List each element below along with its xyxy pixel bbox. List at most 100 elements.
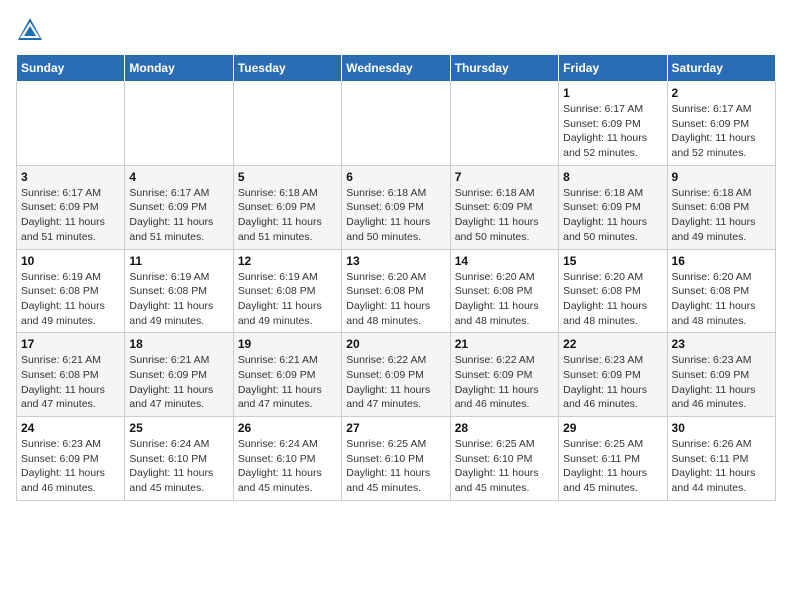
calendar-cell <box>125 82 233 166</box>
calendar-cell: 26 Sunrise: 6:24 AM Sunset: 6:10 PM Dayli… <box>233 417 341 501</box>
day-info: Sunrise: 6:19 AM Sunset: 6:08 PM Dayligh… <box>129 270 228 329</box>
day-number: 18 <box>129 337 228 351</box>
day-info: Sunrise: 6:18 AM Sunset: 6:09 PM Dayligh… <box>238 186 337 245</box>
calendar-week-2: 10 Sunrise: 6:19 AM Sunset: 6:08 PM Dayli… <box>17 249 776 333</box>
day-number: 6 <box>346 170 445 184</box>
day-info: Sunrise: 6:21 AM Sunset: 6:08 PM Dayligh… <box>21 353 120 412</box>
day-info: Sunrise: 6:20 AM Sunset: 6:08 PM Dayligh… <box>455 270 554 329</box>
day-number: 14 <box>455 254 554 268</box>
day-number: 8 <box>563 170 662 184</box>
day-info: Sunrise: 6:17 AM Sunset: 6:09 PM Dayligh… <box>129 186 228 245</box>
day-info: Sunrise: 6:17 AM Sunset: 6:09 PM Dayligh… <box>563 102 662 161</box>
weekday-header-friday: Friday <box>559 55 667 82</box>
weekday-header-thursday: Thursday <box>450 55 558 82</box>
day-number: 20 <box>346 337 445 351</box>
day-number: 26 <box>238 421 337 435</box>
calendar-cell: 25 Sunrise: 6:24 AM Sunset: 6:10 PM Dayli… <box>125 417 233 501</box>
day-number: 12 <box>238 254 337 268</box>
day-info: Sunrise: 6:24 AM Sunset: 6:10 PM Dayligh… <box>129 437 228 496</box>
calendar-cell: 21 Sunrise: 6:22 AM Sunset: 6:09 PM Dayli… <box>450 333 558 417</box>
day-number: 16 <box>672 254 771 268</box>
calendar-cell: 10 Sunrise: 6:19 AM Sunset: 6:08 PM Dayli… <box>17 249 125 333</box>
day-info: Sunrise: 6:17 AM Sunset: 6:09 PM Dayligh… <box>672 102 771 161</box>
calendar-cell <box>233 82 341 166</box>
day-number: 4 <box>129 170 228 184</box>
day-number: 24 <box>21 421 120 435</box>
day-info: Sunrise: 6:18 AM Sunset: 6:09 PM Dayligh… <box>455 186 554 245</box>
day-info: Sunrise: 6:22 AM Sunset: 6:09 PM Dayligh… <box>455 353 554 412</box>
day-number: 10 <box>21 254 120 268</box>
calendar-week-0: 1 Sunrise: 6:17 AM Sunset: 6:09 PM Daylig… <box>17 82 776 166</box>
logo <box>16 16 48 44</box>
day-info: Sunrise: 6:18 AM Sunset: 6:08 PM Dayligh… <box>672 186 771 245</box>
day-info: Sunrise: 6:22 AM Sunset: 6:09 PM Dayligh… <box>346 353 445 412</box>
day-number: 21 <box>455 337 554 351</box>
calendar-cell: 29 Sunrise: 6:25 AM Sunset: 6:11 PM Dayli… <box>559 417 667 501</box>
day-number: 29 <box>563 421 662 435</box>
day-info: Sunrise: 6:19 AM Sunset: 6:08 PM Dayligh… <box>21 270 120 329</box>
calendar-cell: 11 Sunrise: 6:19 AM Sunset: 6:08 PM Dayli… <box>125 249 233 333</box>
day-info: Sunrise: 6:20 AM Sunset: 6:08 PM Dayligh… <box>563 270 662 329</box>
calendar-cell: 6 Sunrise: 6:18 AM Sunset: 6:09 PM Daylig… <box>342 165 450 249</box>
calendar-cell: 22 Sunrise: 6:23 AM Sunset: 6:09 PM Dayli… <box>559 333 667 417</box>
day-info: Sunrise: 6:23 AM Sunset: 6:09 PM Dayligh… <box>563 353 662 412</box>
calendar-header: SundayMondayTuesdayWednesdayThursdayFrid… <box>17 55 776 82</box>
day-info: Sunrise: 6:25 AM Sunset: 6:11 PM Dayligh… <box>563 437 662 496</box>
calendar-cell: 23 Sunrise: 6:23 AM Sunset: 6:09 PM Dayli… <box>667 333 775 417</box>
calendar-cell: 28 Sunrise: 6:25 AM Sunset: 6:10 PM Dayli… <box>450 417 558 501</box>
calendar-cell: 9 Sunrise: 6:18 AM Sunset: 6:08 PM Daylig… <box>667 165 775 249</box>
calendar-cell: 4 Sunrise: 6:17 AM Sunset: 6:09 PM Daylig… <box>125 165 233 249</box>
day-number: 22 <box>563 337 662 351</box>
day-info: Sunrise: 6:17 AM Sunset: 6:09 PM Dayligh… <box>21 186 120 245</box>
day-number: 9 <box>672 170 771 184</box>
day-number: 28 <box>455 421 554 435</box>
calendar-cell: 3Sunrise: 6:17 AM Sunset: 6:09 PM Daylig… <box>17 165 125 249</box>
weekday-header-sunday: Sunday <box>17 55 125 82</box>
day-number: 11 <box>129 254 228 268</box>
day-number: 27 <box>346 421 445 435</box>
calendar-cell: 30 Sunrise: 6:26 AM Sunset: 6:11 PM Dayli… <box>667 417 775 501</box>
day-number: 30 <box>672 421 771 435</box>
calendar-cell: 7 Sunrise: 6:18 AM Sunset: 6:09 PM Daylig… <box>450 165 558 249</box>
day-number: 5 <box>238 170 337 184</box>
calendar-cell <box>17 82 125 166</box>
day-info: Sunrise: 6:20 AM Sunset: 6:08 PM Dayligh… <box>672 270 771 329</box>
calendar-cell: 8Sunrise: 6:18 AM Sunset: 6:09 PM Daylig… <box>559 165 667 249</box>
day-info: Sunrise: 6:26 AM Sunset: 6:11 PM Dayligh… <box>672 437 771 496</box>
day-info: Sunrise: 6:23 AM Sunset: 6:09 PM Dayligh… <box>21 437 120 496</box>
calendar-cell: 16 Sunrise: 6:20 AM Sunset: 6:08 PM Dayli… <box>667 249 775 333</box>
calendar-week-3: 17 Sunrise: 6:21 AM Sunset: 6:08 PM Dayli… <box>17 333 776 417</box>
calendar-cell: 20 Sunrise: 6:22 AM Sunset: 6:09 PM Dayli… <box>342 333 450 417</box>
calendar-cell: 13Sunrise: 6:20 AM Sunset: 6:08 PM Dayli… <box>342 249 450 333</box>
calendar-cell: 14 Sunrise: 6:20 AM Sunset: 6:08 PM Dayli… <box>450 249 558 333</box>
calendar-body: 1 Sunrise: 6:17 AM Sunset: 6:09 PM Daylig… <box>17 82 776 501</box>
calendar-week-4: 24 Sunrise: 6:23 AM Sunset: 6:09 PM Dayli… <box>17 417 776 501</box>
day-info: Sunrise: 6:21 AM Sunset: 6:09 PM Dayligh… <box>129 353 228 412</box>
weekday-header-row: SundayMondayTuesdayWednesdayThursdayFrid… <box>17 55 776 82</box>
day-info: Sunrise: 6:25 AM Sunset: 6:10 PM Dayligh… <box>455 437 554 496</box>
calendar-cell: 1 Sunrise: 6:17 AM Sunset: 6:09 PM Daylig… <box>559 82 667 166</box>
day-number: 1 <box>563 86 662 100</box>
day-number: 23 <box>672 337 771 351</box>
day-number: 25 <box>129 421 228 435</box>
day-info: Sunrise: 6:23 AM Sunset: 6:09 PM Dayligh… <box>672 353 771 412</box>
day-info: Sunrise: 6:24 AM Sunset: 6:10 PM Dayligh… <box>238 437 337 496</box>
calendar-cell: 5 Sunrise: 6:18 AM Sunset: 6:09 PM Daylig… <box>233 165 341 249</box>
calendar-cell: 15Sunrise: 6:20 AM Sunset: 6:08 PM Dayli… <box>559 249 667 333</box>
calendar-cell: 24 Sunrise: 6:23 AM Sunset: 6:09 PM Dayli… <box>17 417 125 501</box>
day-info: Sunrise: 6:25 AM Sunset: 6:10 PM Dayligh… <box>346 437 445 496</box>
calendar-week-1: 3Sunrise: 6:17 AM Sunset: 6:09 PM Daylig… <box>17 165 776 249</box>
calendar-cell: 27 Sunrise: 6:25 AM Sunset: 6:10 PM Dayli… <box>342 417 450 501</box>
day-number: 17 <box>21 337 120 351</box>
calendar-cell <box>450 82 558 166</box>
header <box>16 16 776 44</box>
day-number: 13 <box>346 254 445 268</box>
day-number: 7 <box>455 170 554 184</box>
calendar: SundayMondayTuesdayWednesdayThursdayFrid… <box>16 54 776 501</box>
weekday-header-saturday: Saturday <box>667 55 775 82</box>
day-info: Sunrise: 6:18 AM Sunset: 6:09 PM Dayligh… <box>346 186 445 245</box>
weekday-header-wednesday: Wednesday <box>342 55 450 82</box>
calendar-cell <box>342 82 450 166</box>
calendar-cell: 19Sunrise: 6:21 AM Sunset: 6:09 PM Dayli… <box>233 333 341 417</box>
weekday-header-tuesday: Tuesday <box>233 55 341 82</box>
